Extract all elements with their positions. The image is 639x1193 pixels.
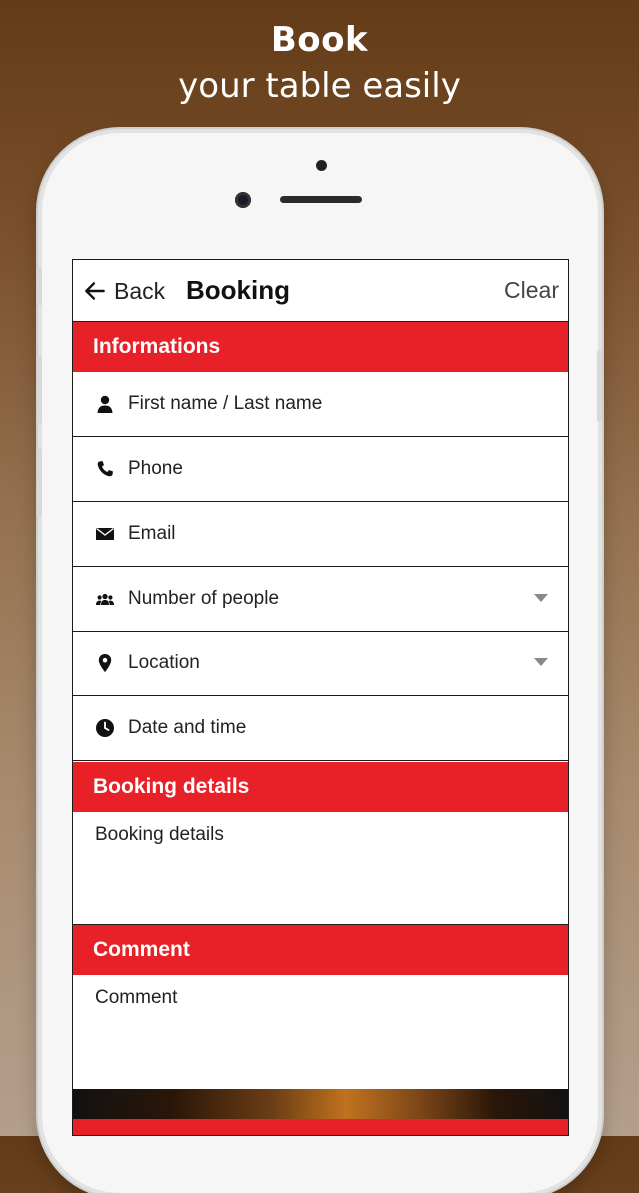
date-and-time-placeholder: Date and time — [128, 717, 247, 738]
number-of-people-placeholder: Number of people — [128, 588, 280, 609]
booking-details-textarea[interactable]: Booking details — [73, 812, 568, 925]
phone-field-placeholder: Phone — [128, 458, 183, 479]
phone-field[interactable]: Phone — [73, 437, 568, 502]
name-field-placeholder: First name / Last name — [128, 393, 323, 414]
side-button-volume-up — [37, 355, 42, 425]
name-field[interactable]: First name / Last name — [73, 372, 568, 437]
arrow-left-icon — [85, 282, 105, 300]
email-field[interactable]: Email — [73, 502, 568, 567]
location-pin-icon — [98, 654, 112, 672]
number-of-people-select[interactable]: Number of people — [73, 567, 568, 632]
submit-button-partial[interactable] — [73, 1119, 568, 1135]
back-button[interactable]: Back — [82, 276, 165, 306]
location-select[interactable]: Location — [73, 631, 568, 696]
email-field-placeholder: Email — [128, 523, 176, 544]
location-placeholder: Location — [128, 652, 200, 673]
date-and-time-field[interactable]: Date and time — [73, 696, 568, 761]
promo-title: Book — [270, 20, 369, 60]
front-camera — [235, 192, 251, 208]
section-header-informations: Informations — [73, 322, 568, 372]
chevron-down-icon — [534, 594, 548, 602]
chevron-down-icon — [534, 658, 548, 666]
decorative-image-strip — [73, 1089, 568, 1119]
earpiece-speaker — [280, 196, 362, 203]
proximity-sensor — [316, 160, 327, 171]
navigation-bar: Back Booking Clear — [73, 260, 568, 322]
app-screen: Back Booking Clear Informations First na… — [72, 259, 569, 1136]
clock-icon — [96, 719, 114, 737]
person-icon — [97, 395, 113, 413]
promo-subtitle: your table easily — [178, 66, 461, 106]
comment-textarea[interactable]: Comment — [73, 975, 568, 1089]
side-button-power — [597, 350, 602, 422]
side-button-mute — [37, 266, 42, 306]
page-title: Booking — [186, 275, 290, 305]
back-label: Back — [114, 277, 166, 304]
phone-icon — [97, 461, 113, 477]
side-button-volume-down — [37, 448, 42, 518]
group-icon — [96, 593, 114, 605]
section-header-booking-details: Booking details — [73, 762, 568, 812]
envelope-icon — [96, 527, 114, 540]
clear-button[interactable]: Clear — [504, 277, 559, 304]
section-header-comment: Comment — [73, 925, 568, 975]
